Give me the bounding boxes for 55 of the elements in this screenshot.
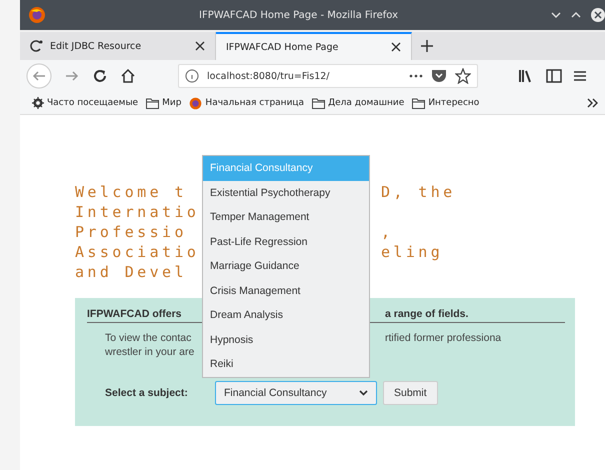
dropdown-option[interactable]: Dream Analysis — [203, 303, 369, 328]
window-title: IFPWAFCAD Home Page - Mozilla Firefox — [198, 10, 399, 20]
browser-tab[interactable]: IFPWAFCAD Home Page — [216, 32, 412, 60]
dropdown-option[interactable]: Temper Management — [203, 205, 369, 230]
heading-text: , — [381, 222, 394, 242]
panel-text: wrestler in your are — [105, 345, 196, 359]
folder-icon — [312, 98, 326, 108]
dropdown-option[interactable]: Marriage Guidance — [203, 254, 369, 278]
close-icon[interactable] — [591, 8, 605, 22]
panel-text: rtified former professiona — [385, 331, 502, 345]
home-icon[interactable] — [120, 68, 136, 84]
sidebar-icon[interactable] — [546, 69, 562, 83]
back-icon[interactable] — [26, 63, 52, 89]
panel-heading: a range of fields. — [385, 308, 468, 320]
dropdown-option[interactable]: Past-Life Regression — [203, 230, 369, 254]
firefox-icon — [28, 6, 46, 24]
heading-text: and Devel — [75, 262, 188, 282]
heading-text: eling — [381, 242, 444, 262]
plus-icon[interactable] — [420, 39, 434, 53]
maximize-icon[interactable] — [571, 11, 581, 19]
pocket-icon[interactable] — [431, 69, 447, 83]
bookmark-item[interactable]: Часто посещаемые — [32, 97, 138, 109]
info-icon — [185, 69, 199, 83]
submit-button[interactable]: Submit — [383, 381, 438, 405]
gear-icon — [32, 97, 44, 109]
reload-icon[interactable] — [92, 68, 108, 84]
more-bookmarks-icon[interactable] — [587, 98, 599, 108]
heading-text: Internatio — [75, 202, 200, 222]
bookmark-item[interactable]: Начальная страница — [189, 96, 304, 110]
more-icon[interactable] — [409, 74, 423, 78]
firefox-icon — [189, 96, 202, 110]
subject-select[interactable]: Financial Consultancy — [215, 381, 377, 405]
chevron-down-icon — [359, 390, 368, 396]
heading-text: Welcome t — [75, 182, 188, 202]
close-icon[interactable] — [195, 41, 205, 51]
panel-heading: IFPWAFCAD offers — [87, 308, 182, 320]
folder-icon — [146, 98, 160, 108]
close-icon[interactable] — [391, 42, 401, 52]
dropdown-option[interactable]: Crisis Management — [203, 278, 369, 303]
dropdown-option[interactable]: Hypnosis — [203, 328, 369, 352]
bookmark-item[interactable]: Интересно — [412, 98, 480, 108]
library-icon[interactable] — [518, 69, 534, 83]
minimize-icon[interactable] — [551, 11, 561, 19]
dropdown-option[interactable]: Reiki — [203, 352, 369, 376]
menu-icon[interactable] — [574, 70, 586, 82]
folder-icon — [412, 98, 426, 108]
star-icon[interactable] — [455, 68, 471, 84]
dropdown-option[interactable]: Existential Psychotherapy — [203, 180, 369, 205]
heading-text: D, the — [381, 182, 456, 202]
select-label: Select a subject: — [105, 387, 189, 399]
heading-text: Associatio — [75, 242, 200, 262]
address-field[interactable]: localhost:8080/tru=Fis12/ — [178, 64, 478, 88]
bookmark-item[interactable]: Дела домашние — [312, 98, 404, 108]
bookmark-item[interactable]: Мир — [146, 98, 182, 108]
heading-text: Professio — [75, 222, 188, 242]
